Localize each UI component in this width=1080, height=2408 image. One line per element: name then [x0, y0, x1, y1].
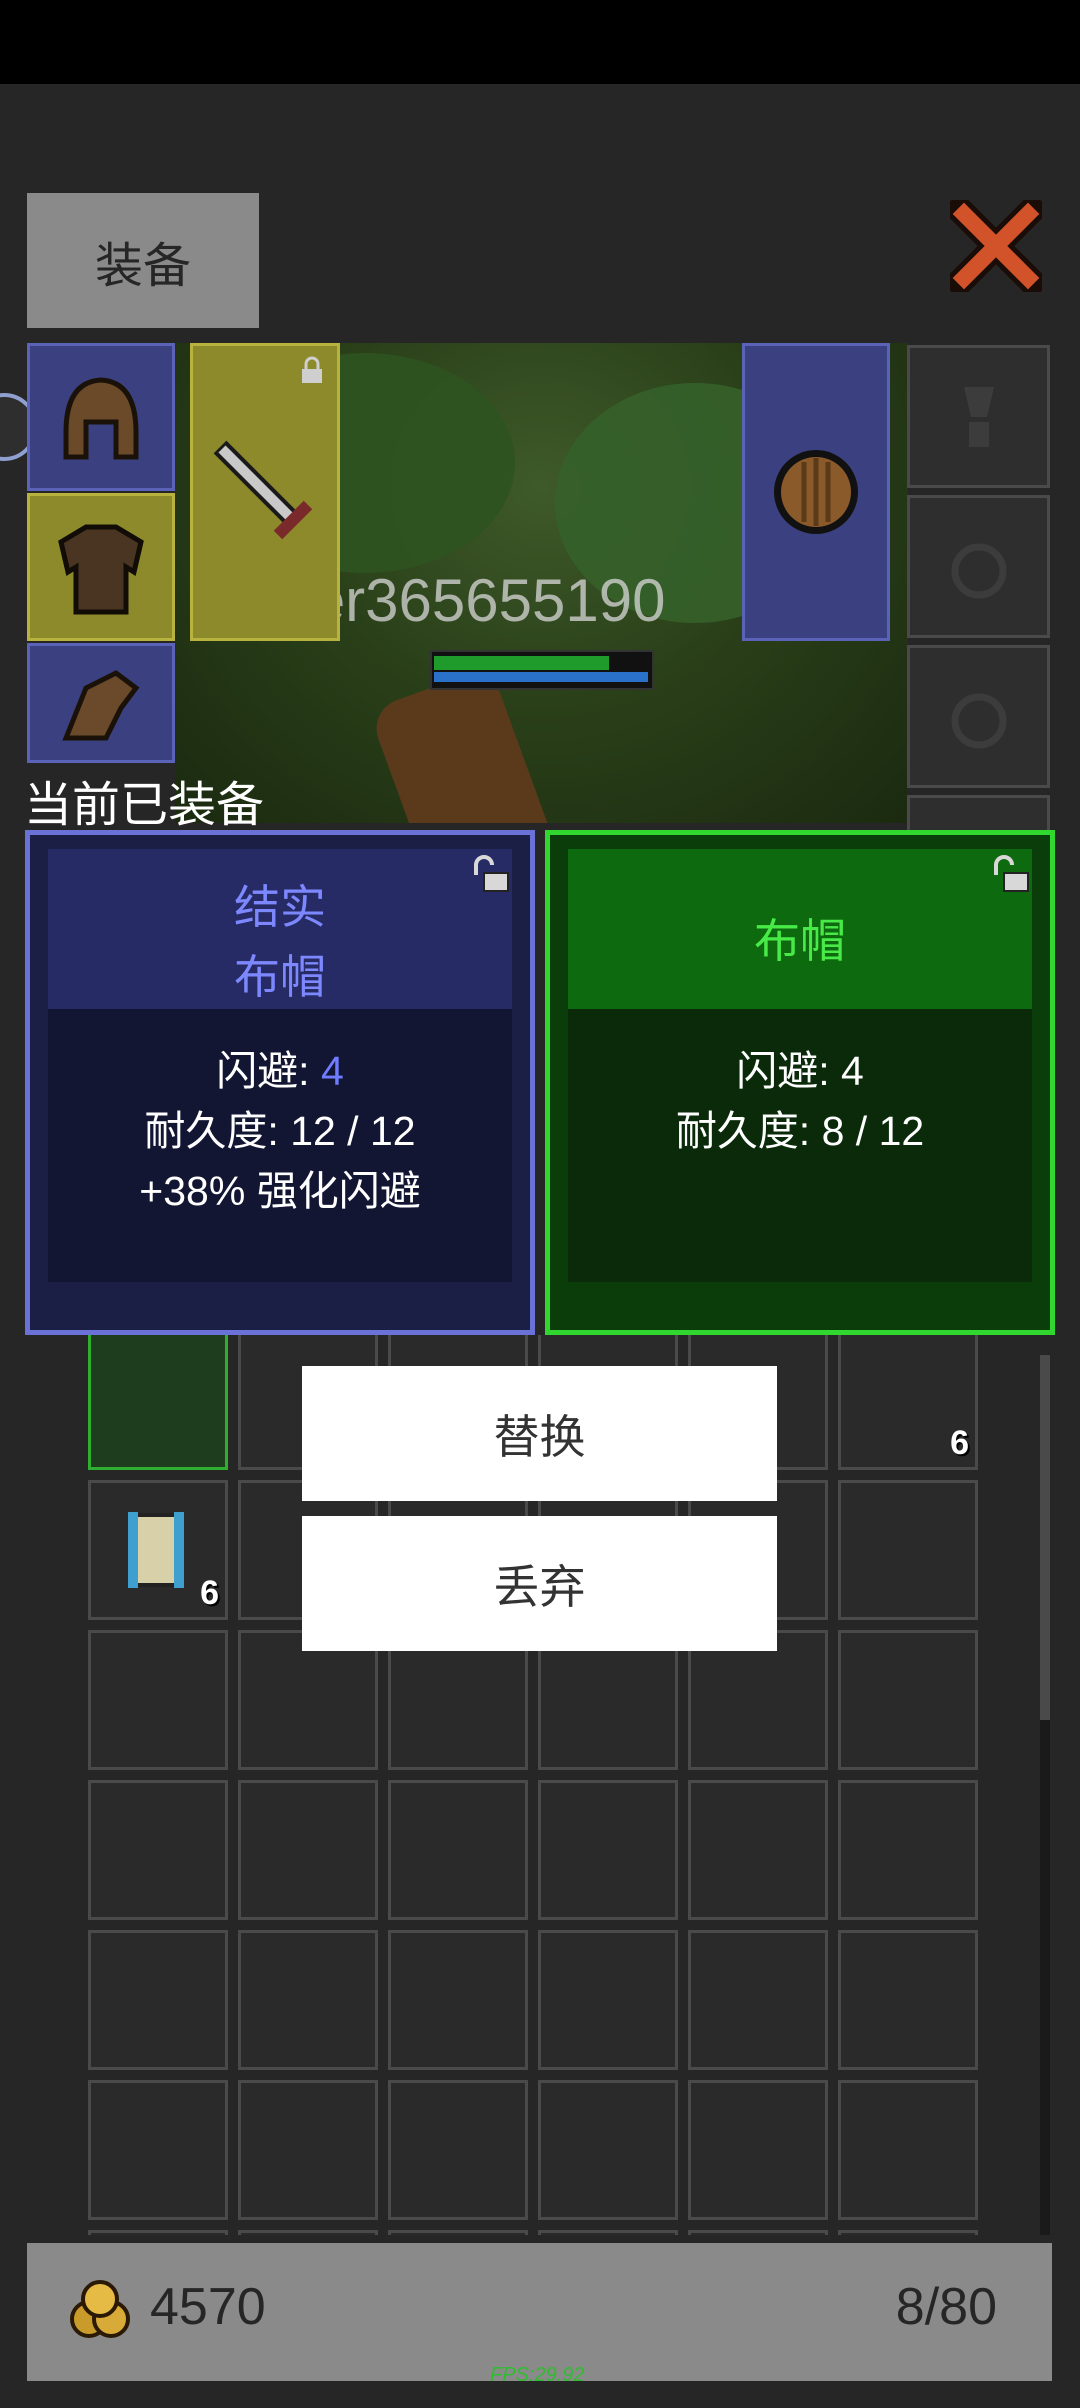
unlock-icon[interactable] — [988, 853, 1032, 897]
inventory-slot[interactable] — [688, 1780, 828, 1920]
inventory-slot[interactable] — [88, 1630, 228, 1770]
inventory-slot[interactable] — [688, 1630, 828, 1770]
stack-count: 6 — [200, 1574, 219, 1612]
fps-counter: FPS:29.92 — [490, 2364, 585, 2386]
replace-button-label: 替换 — [493, 1410, 586, 1463]
slot-misc[interactable] — [907, 795, 1050, 835]
current-item-name-line2: 布帽 — [234, 951, 326, 1003]
slot-weapon[interactable] — [190, 343, 340, 641]
inventory-slot[interactable] — [838, 1780, 978, 1920]
scroll-item-icon — [128, 1512, 184, 1588]
current-item-evasion-value: 4 — [320, 1048, 344, 1094]
discard-button[interactable]: 丢弃 — [302, 1516, 777, 1651]
inventory-slot[interactable]: 6 — [838, 1335, 978, 1470]
inventory-slot[interactable] — [838, 1630, 978, 1770]
inventory-slot[interactable] — [838, 1480, 978, 1620]
equipped-label: 当前已装备 — [24, 779, 265, 832]
inventory-slot[interactable] — [88, 1930, 228, 2070]
inventory-slot[interactable] — [688, 2230, 828, 2235]
lock-icon — [302, 356, 322, 383]
gold-coins-icon — [70, 2280, 130, 2338]
inventory-slot[interactable] — [388, 1630, 528, 1770]
inventory-slot[interactable] — [538, 1780, 678, 1920]
ring-placeholder-icon — [951, 543, 1006, 598]
sword-icon — [213, 440, 313, 540]
replace-button[interactable]: 替换 — [302, 1366, 777, 1501]
inventory-slot[interactable] — [388, 1930, 528, 2070]
inventory-slot[interactable] — [238, 1930, 378, 2070]
armor-icon — [58, 524, 144, 615]
glove-icon — [62, 670, 140, 741]
inventory-slot[interactable] — [88, 2080, 228, 2220]
gold-amount: 4570 — [150, 2278, 266, 2336]
shield-icon — [774, 450, 858, 534]
helmet-icon — [63, 377, 139, 460]
slot-gloves[interactable] — [27, 643, 175, 763]
inventory-slot[interactable] — [88, 2230, 228, 2235]
hp-bar-fill — [434, 656, 609, 670]
slot-helmet[interactable] — [27, 343, 175, 491]
inventory-slot[interactable] — [388, 2230, 528, 2235]
inventory-slot[interactable] — [238, 1780, 378, 1920]
inventory-slot[interactable] — [838, 1930, 978, 2070]
new-item-name: 布帽 — [754, 915, 846, 967]
artifact-placeholder-icon — [963, 386, 994, 447]
inventory-slot[interactable] — [238, 2230, 378, 2235]
new-item-title-area: 布帽 — [568, 849, 1032, 1009]
tab-equipment[interactable]: 装备 — [27, 193, 259, 328]
inventory-slot[interactable]: 6 — [88, 1480, 228, 1620]
inventory-slot[interactable] — [688, 2080, 828, 2220]
new-item-evasion: 闪避: 4 — [736, 1048, 864, 1094]
inventory-slot[interactable] — [238, 1630, 378, 1770]
inventory-capacity: 8/80 — [895, 2278, 997, 2336]
inventory-slot[interactable] — [238, 2080, 378, 2220]
slot-shield[interactable] — [742, 343, 890, 641]
current-item-stats: 闪避: 4 耐久度: 12 / 12 +38% 强化闪避 — [48, 1009, 512, 1282]
inventory-scrollbar-thumb[interactable] — [1040, 1355, 1050, 1720]
discard-button-label: 丢弃 — [493, 1560, 586, 1613]
inventory-slot[interactable] — [538, 1930, 678, 2070]
inventory-slot[interactable] — [88, 1335, 228, 1470]
slot-ring-2[interactable] — [907, 645, 1050, 788]
close-button[interactable] — [941, 191, 1051, 301]
slot-artifact[interactable] — [907, 345, 1050, 488]
slot-armor[interactable] — [27, 493, 175, 641]
current-item-durability: 耐久度: 12 / 12 — [144, 1108, 416, 1154]
inventory-slot[interactable] — [388, 1780, 528, 1920]
slot-ring-1[interactable] — [907, 495, 1050, 638]
inventory-slot[interactable] — [538, 2080, 678, 2220]
new-item-stats: 闪避: 4 耐久度: 8 / 12 — [568, 1009, 1032, 1282]
current-item-name-line1: 结实 — [234, 881, 326, 933]
current-item-evasion: 闪避: 4 — [216, 1048, 344, 1094]
inventory-slot[interactable] — [388, 2080, 528, 2220]
hp-mp-bars — [430, 650, 654, 690]
new-item-card: 布帽 闪避: 4 耐久度: 8 / 12 — [545, 830, 1055, 1335]
close-icon — [941, 191, 1051, 301]
current-item-card: 结实 布帽 闪避: 4 耐久度: 12 / 12 +38% 强化闪避 — [25, 830, 535, 1335]
inventory-slot[interactable] — [88, 1780, 228, 1920]
unlock-icon[interactable] — [468, 853, 512, 897]
current-item-bonus: +38% 强化闪避 — [139, 1168, 421, 1214]
inventory-slot[interactable] — [688, 1930, 828, 2070]
inventory-footer: 4570 8/80 — [27, 2243, 1052, 2381]
ring-placeholder-icon — [951, 693, 1006, 748]
status-bar — [0, 0, 1080, 84]
inventory-slot[interactable] — [538, 1630, 678, 1770]
inventory-slot[interactable] — [838, 2080, 978, 2220]
new-item-durability: 耐久度: 8 / 12 — [675, 1108, 925, 1154]
inventory-slot[interactable] — [838, 2230, 978, 2235]
inventory-slot[interactable] — [538, 2230, 678, 2235]
mp-bar-fill — [434, 672, 648, 682]
tab-equipment-label: 装备 — [94, 239, 191, 293]
stack-count: 6 — [950, 1424, 969, 1462]
current-item-title-area: 结实 布帽 — [48, 849, 512, 1009]
